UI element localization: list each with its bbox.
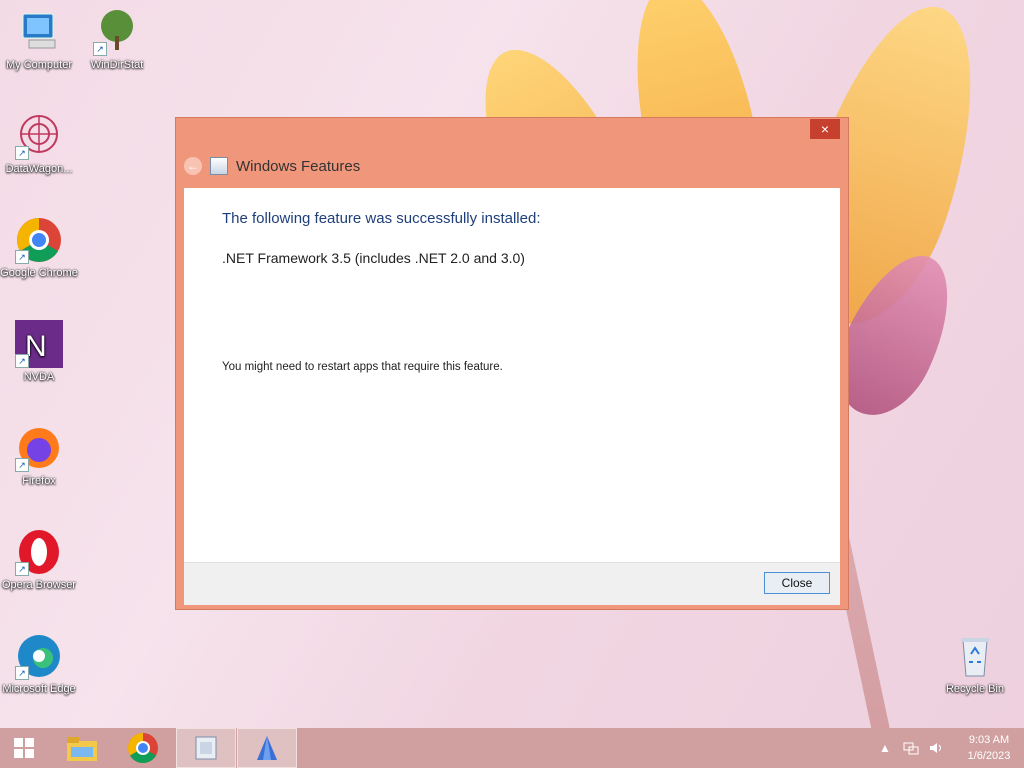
windows-logo-icon [14, 738, 34, 758]
back-arrow-icon[interactable]: ← [184, 157, 202, 175]
close-icon[interactable]: × [810, 119, 840, 139]
shortcut-arrow-icon: ↗ [15, 146, 29, 160]
folder-icon [67, 737, 97, 761]
desktop-icon-windirstat[interactable]: ↗ WinDirStat [78, 8, 156, 72]
shortcut-arrow-icon: ↗ [93, 42, 107, 56]
desktop-icon-firefox[interactable]: ↗ Firefox [0, 424, 78, 488]
taskbar-windows-features[interactable] [176, 728, 236, 768]
shortcut-arrow-icon: ↗ [15, 250, 29, 264]
dialog-content: The following feature was successfully i… [184, 188, 840, 562]
desktop-icon-nvda[interactable]: N ↗ NVDA [0, 320, 78, 384]
desktop-icon-google-chrome[interactable]: ↗ Google Chrome [0, 216, 78, 280]
shortcut-arrow-icon: ↗ [15, 458, 29, 472]
dialog-footer: Close [184, 562, 840, 605]
desktop-icon-label: WinDirStat [90, 59, 144, 71]
edge-icon: ↗ [15, 632, 63, 680]
shortcut-arrow-icon: ↗ [15, 354, 29, 368]
shortcut-arrow-icon: ↗ [15, 562, 29, 576]
windows-features-dialog: × ← Windows Features The following featu… [176, 118, 848, 609]
taskbar-chrome[interactable] [113, 728, 173, 768]
opera-icon: ↗ [15, 528, 63, 576]
blue-crystal-icon [257, 736, 277, 760]
installed-feature-name: .NET Framework 3.5 (includes .NET 2.0 an… [222, 250, 525, 266]
desktop-icon-label: Recycle Bin [945, 683, 1005, 695]
clock[interactable]: 9:03 AM 1/6/2023 [954, 732, 1024, 764]
chrome-icon [127, 733, 158, 764]
desktop-icon-label: Firefox [22, 475, 56, 487]
start-button[interactable] [0, 728, 48, 768]
volume-icon[interactable] [928, 739, 946, 757]
windows-features-icon [195, 736, 217, 760]
taskbar: ▲ 9:03 AM 1/6/2023 [0, 728, 1024, 768]
clock-date: 1/6/2023 [967, 750, 1011, 762]
network-icon[interactable] [902, 739, 920, 757]
firefox-icon: ↗ [15, 424, 63, 472]
shortcut-arrow-icon: ↗ [15, 666, 29, 680]
show-hidden-icons-chevron-icon[interactable]: ▲ [876, 739, 894, 757]
desktop-icon-label: NVDA [23, 371, 55, 383]
desktop-icon-datawagon[interactable]: ↗ DataWagon... [0, 112, 78, 176]
desktop-icon-label: DataWagon... [5, 163, 73, 175]
nvda-icon: N ↗ [15, 320, 63, 368]
close-button[interactable]: Close [764, 572, 830, 594]
desktop-icon-my-computer[interactable]: My Computer [0, 8, 78, 72]
taskbar-file-explorer[interactable] [52, 728, 112, 768]
restart-note: You might need to restart apps that requ… [222, 361, 503, 373]
desktop-icon-label: My Computer [5, 59, 73, 71]
success-headline: The following feature was successfully i… [222, 210, 541, 227]
clock-time: 9:03 AM [968, 734, 1010, 746]
tree-icon: ↗ [93, 8, 141, 56]
recycle-bin-icon [951, 632, 999, 680]
desktop-icon-opera[interactable]: ↗ Opera Browser [0, 528, 78, 592]
windows-features-app-icon [210, 157, 228, 175]
datawagon-icon: ↗ [15, 112, 63, 160]
dialog-titlebar: ← Windows Features [184, 152, 360, 180]
chrome-icon: ↗ [15, 216, 63, 264]
dialog-title: Windows Features [236, 157, 361, 175]
desktop-icon-label: Google Chrome [0, 267, 78, 279]
system-tray: ▲ 9:03 AM 1/6/2023 [876, 728, 1024, 768]
taskbar-app[interactable] [237, 728, 297, 768]
desktop-icon-microsoft-edge[interactable]: ↗ Microsoft Edge [0, 632, 78, 696]
desktop-icon-label: Opera Browser [2, 579, 76, 591]
computer-icon [15, 8, 63, 56]
desktop-icon-recycle-bin[interactable]: Recycle Bin [936, 632, 1014, 696]
desktop-icon-label: Microsoft Edge [2, 683, 76, 695]
